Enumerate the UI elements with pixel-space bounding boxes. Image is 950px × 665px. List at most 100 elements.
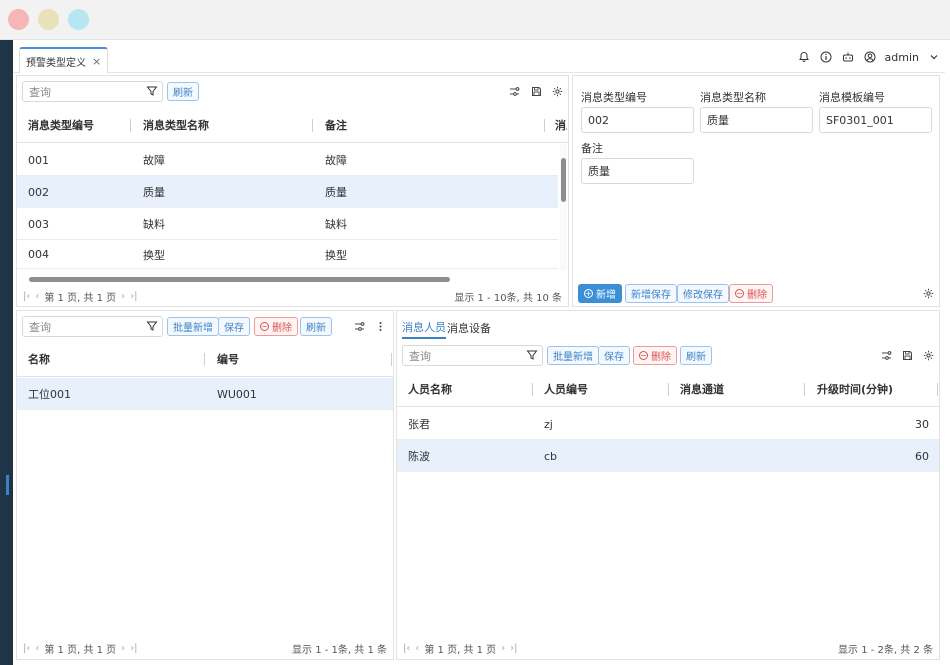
gear-icon[interactable] [550,84,564,98]
column-header[interactable]: 消息通道 [680,371,724,407]
window-minimize-button[interactable] [38,9,59,30]
batch-add-button[interactable]: 批量新增 [167,317,219,336]
tab-message-devices[interactable]: 消息设备 [447,317,491,339]
message-personnel-panel: 消息人员 消息设备 查询 批量新增 保存 − 删除 刷新 人员名称 人员编号 消… [396,310,940,660]
minus-circle-icon: − [260,321,269,331]
table-row[interactable]: 001 故障 故障 [17,144,558,176]
window-close-button[interactable] [8,9,29,30]
save-icon[interactable] [900,348,914,362]
column-settings-icon[interactable] [879,348,893,362]
column-header[interactable]: 消息类型名称 [143,107,209,143]
tab-label: 预警类型定义 [26,57,86,69]
robot-icon[interactable] [841,50,855,64]
first-page-icon[interactable]: |‹ [403,643,410,654]
next-page-icon[interactable]: › [121,643,125,654]
add-save-button[interactable]: 新增保存 [625,284,677,303]
edit-save-button[interactable]: 修改保存 [677,284,729,303]
column-header[interactable]: 备注 [325,107,347,143]
info-icon[interactable] [819,50,833,64]
refresh-button[interactable]: 刷新 [300,317,332,336]
last-page-icon[interactable]: ›| [130,291,137,302]
column-settings-icon[interactable] [352,319,366,333]
personnel-search-input[interactable]: 查询 [402,345,543,366]
type-refresh-button[interactable]: 刷新 [167,82,199,101]
column-header[interactable]: 消息类型编号 [28,107,94,143]
more-vertical-icon[interactable] [373,319,387,333]
type-list-toolbar: 查询 刷新 [17,76,568,106]
table-row-selected[interactable]: 002 质量 质量 [17,176,558,208]
page-indicator: 第 1 页, 共 1 页 [424,644,497,656]
save-button[interactable]: 保存 [598,346,630,365]
field-label: 消息类型名称 [700,91,766,104]
column-settings-icon[interactable] [507,84,521,98]
tab-message-personnel[interactable]: 消息人员 [402,317,446,339]
minus-circle-icon: − [639,350,648,360]
prev-page-icon[interactable]: ‹ [35,643,39,654]
first-page-icon[interactable]: |‹ [23,291,30,302]
field-label: 备注 [581,142,603,155]
gear-icon[interactable] [921,286,935,300]
scrollbar-thumb[interactable] [29,277,450,282]
window-maximize-button[interactable] [68,9,89,30]
column-header[interactable]: 消息 [555,107,567,143]
plus-circle-icon: + [584,288,593,298]
delete-button[interactable]: − 删除 [254,317,298,336]
table-row-selected[interactable]: 工位001 WU001 [17,378,393,410]
last-page-icon[interactable]: ›| [510,643,517,654]
type-name-field[interactable]: 质量 [700,107,813,133]
delete-button[interactable]: − 删除 [633,346,677,365]
column-header[interactable]: 编号 [217,341,239,377]
table-row-selected[interactable]: 陈波 cb 60 [397,440,939,472]
user-name[interactable]: admin [885,51,919,64]
gear-icon[interactable] [921,348,935,362]
station-search-input[interactable]: 查询 [22,316,163,337]
sidebar-expand-handle[interactable] [6,475,9,495]
refresh-button[interactable]: 刷新 [680,346,712,365]
personnel-table-pager: |‹ ‹ 第 1 页, 共 1 页 › ›| 显示 1 - 2条, 共 2 条 [397,637,939,659]
table-row[interactable]: 003 缺料 缺料 [17,208,558,240]
filter-icon[interactable] [526,349,538,364]
station-toolbar: 查询 批量新增 保存 − 删除 刷新 [17,311,393,341]
prev-page-icon[interactable]: ‹ [35,291,39,302]
save-icon[interactable] [529,84,543,98]
pager-summary: 显示 1 - 2条, 共 2 条 [838,644,933,656]
next-page-icon[interactable]: › [121,291,125,302]
prev-page-icon[interactable]: ‹ [415,643,419,654]
header-actions: admin [797,48,941,66]
type-table-horizontal-scrollbar[interactable] [21,275,561,283]
page-indicator: 第 1 页, 共 1 页 [44,292,117,304]
column-header[interactable]: 升级时间(分钟) [817,371,893,407]
pager-summary: 显示 1 - 1条, 共 1 条 [292,644,387,656]
save-button[interactable]: 保存 [218,317,250,336]
tab-warning-type-definition[interactable]: 预警类型定义 × [19,47,109,73]
chevron-down-icon[interactable] [927,50,941,64]
filter-icon[interactable] [146,85,158,100]
template-code-field[interactable]: SF0301_001 [819,107,932,133]
filter-icon[interactable] [146,320,158,335]
type-table-header: 消息类型编号 消息类型名称 备注 消息 [17,107,568,143]
table-row[interactable]: 张君 zj 30 [397,408,939,440]
next-page-icon[interactable]: › [501,643,505,654]
delete-button[interactable]: − 删除 [729,284,773,303]
column-header[interactable]: 人员编号 [544,371,588,407]
last-page-icon[interactable]: ›| [130,643,137,654]
page-indicator: 第 1 页, 共 1 页 [44,644,117,656]
type-code-field[interactable]: 002 [581,107,694,133]
type-table-vertical-scrollbar[interactable] [560,144,567,270]
message-type-detail-panel: 消息类型编号 002 消息类型名称 质量 消息模板编号 SF0301_001 备… [572,75,940,307]
column-header[interactable]: 人员名称 [408,371,452,407]
batch-add-button[interactable]: 批量新增 [547,346,599,365]
station-table-pager: |‹ ‹ 第 1 页, 共 1 页 › ›| 显示 1 - 1条, 共 1 条 [17,637,393,659]
first-page-icon[interactable]: |‹ [23,643,30,654]
type-search-input[interactable]: 查询 [22,81,163,102]
column-header[interactable]: 名称 [28,341,50,377]
message-type-list-panel: 查询 刷新 消息类型编号 消息类型名称 备注 消息 001 故障 故障 [16,75,569,307]
user-circle-icon[interactable] [863,50,877,64]
bell-icon[interactable] [797,50,811,64]
scrollbar-thumb[interactable] [561,158,566,202]
field-label: 消息模板编号 [819,91,885,104]
add-button[interactable]: + 新增 [578,284,622,303]
table-row[interactable]: 004 换型 换型 [17,240,558,269]
note-field[interactable]: 质量 [581,158,694,184]
tab-close-icon[interactable]: × [92,55,101,68]
